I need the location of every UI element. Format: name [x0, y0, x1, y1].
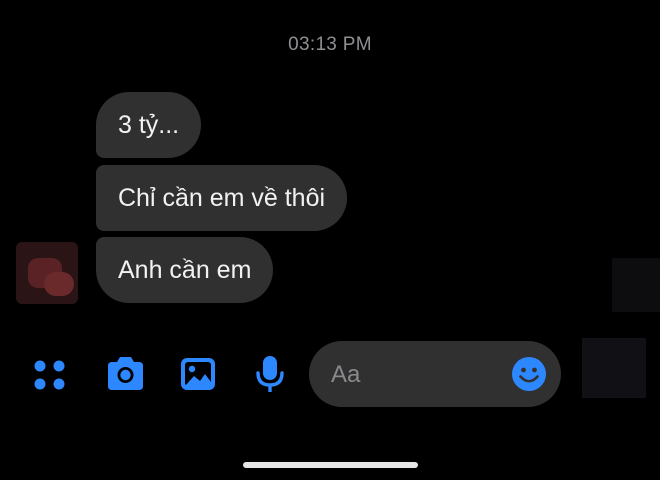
message-timestamp: 03:13 PM	[288, 34, 372, 55]
message-bubble[interactable]: Anh cần em	[96, 237, 274, 303]
message-bubble[interactable]: Chỉ cần em về thôi	[96, 165, 348, 231]
camera-icon[interactable]	[104, 352, 144, 396]
microphone-icon[interactable]	[250, 352, 290, 396]
apps-grid-icon[interactable]	[30, 352, 70, 396]
avatar-shape	[44, 272, 74, 296]
sender-avatar[interactable]	[16, 242, 78, 304]
message-composer[interactable]	[309, 341, 561, 407]
blurred-region	[582, 338, 646, 398]
home-indicator[interactable]	[243, 462, 418, 468]
emoji-icon[interactable]	[511, 356, 547, 392]
message-bubble[interactable]: 3 tỷ...	[96, 92, 202, 158]
message-input[interactable]	[329, 354, 513, 396]
blurred-region	[612, 258, 660, 312]
image-icon[interactable]	[178, 352, 218, 396]
